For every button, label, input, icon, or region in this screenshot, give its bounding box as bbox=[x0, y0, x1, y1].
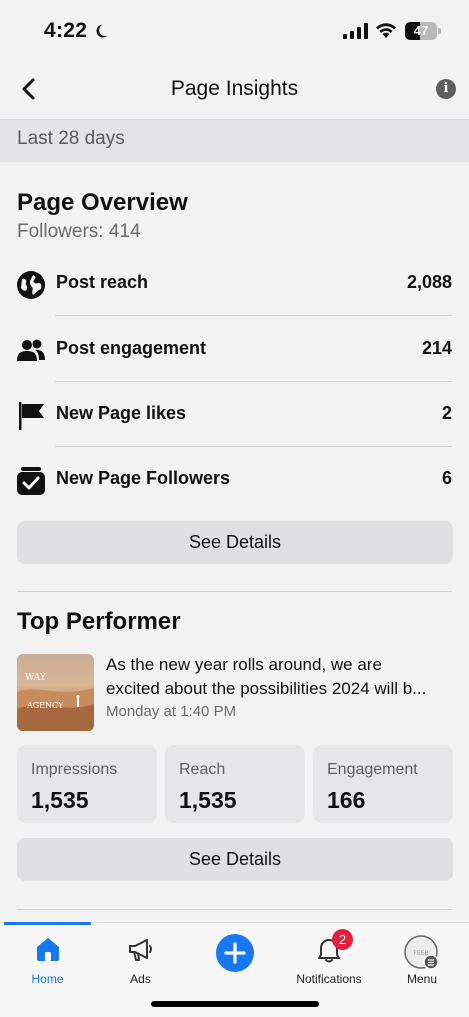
post-caption-line: excited about the possibilities 2024 wil… bbox=[106, 679, 427, 698]
section-divider bbox=[17, 909, 452, 910]
cellular-signal-icon bbox=[343, 23, 368, 39]
menu-avatar-icon: FEEB bbox=[404, 935, 439, 970]
metric-value: 214 bbox=[421, 338, 452, 358]
metric-row-post-reach[interactable]: Post reach 2,088 bbox=[0, 250, 469, 316]
metric-row-new-page-likes[interactable]: New Page likes 2 bbox=[0, 381, 469, 447]
plus-icon bbox=[215, 934, 254, 972]
stat-label: Reach bbox=[179, 761, 226, 778]
tab-label: Notifications bbox=[296, 972, 362, 986]
notification-badge: 2 bbox=[332, 929, 353, 950]
flag-icon bbox=[19, 402, 44, 430]
metric-value: 2 bbox=[441, 403, 452, 423]
tab-home[interactable]: Home bbox=[4, 923, 91, 993]
metric-row-new-page-followers[interactable]: New Page Followers 6 bbox=[0, 446, 469, 512]
metric-value: 6 bbox=[441, 468, 452, 488]
desert-image: WAY AGENCY bbox=[17, 673, 94, 731]
see-details-button[interactable]: See Details bbox=[17, 521, 453, 564]
megaphone-icon bbox=[128, 939, 152, 961]
tab-notifications[interactable]: 2 Notifications bbox=[285, 923, 373, 993]
tab-label: Menu bbox=[406, 972, 438, 986]
section-divider bbox=[17, 591, 452, 592]
battery-percent: 47 bbox=[413, 23, 429, 38]
metric-label: Post reach bbox=[56, 272, 149, 292]
metric-label: New Page likes bbox=[56, 403, 187, 423]
status-bar: 4:22 47 bbox=[0, 0, 469, 62]
see-details-button[interactable]: See Details bbox=[17, 838, 453, 881]
globe-icon bbox=[17, 271, 45, 299]
stat-card-engagement: Engagement 166 bbox=[313, 745, 453, 823]
home-icon bbox=[36, 938, 59, 961]
post-caption[interactable]: As the new year rolls around, we are exc… bbox=[106, 653, 456, 701]
stat-card-impressions: Impressions 1,535 bbox=[17, 745, 157, 823]
metric-label: New Page Followers bbox=[56, 468, 231, 488]
stat-label: Impressions bbox=[31, 761, 118, 778]
people-icon bbox=[17, 339, 45, 361]
home-indicator bbox=[151, 1001, 319, 1007]
status-time: 4:22 bbox=[44, 19, 88, 42]
tab-label: Home bbox=[31, 972, 64, 986]
header: Page Insights i bbox=[0, 62, 469, 120]
tab-menu[interactable]: FEEB Menu bbox=[378, 923, 466, 993]
stat-value: 1,535 bbox=[31, 787, 89, 813]
battery-indicator: 47 bbox=[405, 22, 437, 40]
metric-value: 2,088 bbox=[406, 272, 452, 292]
metric-row-post-engagement[interactable]: Post engagement 214 bbox=[0, 316, 469, 382]
stat-value: 166 bbox=[327, 787, 366, 813]
thumb-text-2: AGENCY bbox=[26, 701, 64, 710]
post-caption-line: As the new year rolls around, we are bbox=[106, 655, 382, 674]
post-date: Monday at 1:40 PM bbox=[106, 703, 237, 720]
followers-count: Followers: 414 bbox=[17, 221, 141, 242]
moon-icon bbox=[96, 24, 108, 38]
page-overview-title: Page Overview bbox=[17, 189, 188, 216]
wifi-icon bbox=[376, 23, 396, 38]
battery-nub bbox=[438, 28, 441, 34]
info-icon[interactable]: i bbox=[436, 79, 456, 99]
date-range-label: Last 28 days bbox=[17, 128, 125, 149]
date-range-selector[interactable]: Last 28 days bbox=[0, 120, 469, 162]
tab-ads[interactable]: Ads bbox=[97, 923, 184, 993]
stat-label: Engagement bbox=[327, 761, 418, 778]
tab-create[interactable] bbox=[191, 923, 278, 993]
metric-label: Post engagement bbox=[56, 338, 207, 358]
stat-card-reach: Reach 1,535 bbox=[165, 745, 305, 823]
bottom-tab-bar: Home Ads 2 Notifications FEEB Menu bbox=[0, 922, 469, 1017]
stat-value: 1,535 bbox=[179, 787, 237, 813]
post-thumbnail[interactable]: WAY AGENCY bbox=[17, 654, 94, 731]
page-title: Page Insights bbox=[170, 77, 299, 100]
tab-label: Ads bbox=[130, 972, 151, 986]
thumb-text-1: WAY bbox=[25, 673, 47, 683]
top-performer-title: Top Performer bbox=[17, 608, 181, 635]
followers-check-icon bbox=[17, 467, 45, 495]
